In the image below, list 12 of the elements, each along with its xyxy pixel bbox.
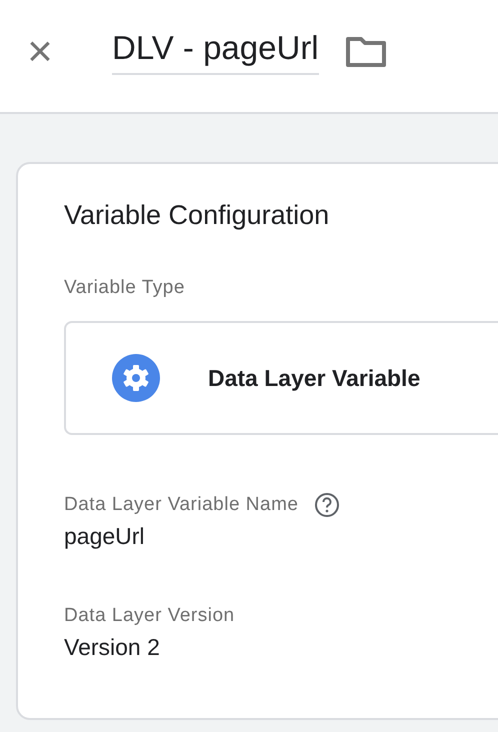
variable-type-selector[interactable]: Data Layer Variable	[64, 321, 498, 435]
folder-icon[interactable]	[344, 36, 387, 68]
field-label: Variable Type	[64, 277, 186, 299]
card-title: Variable Configuration	[64, 200, 330, 231]
name-field[interactable]: DLV - pageUrl	[112, 29, 319, 75]
field-label: Data Layer Variable Name	[64, 494, 298, 516]
field-value: pageUrl	[64, 523, 146, 550]
field-label: Data Layer Version	[64, 605, 235, 627]
field-value: Version 2	[64, 634, 161, 661]
help-icon[interactable]	[314, 492, 340, 518]
close-button[interactable]: ×	[22, 32, 58, 72]
gear-icon	[112, 354, 160, 402]
